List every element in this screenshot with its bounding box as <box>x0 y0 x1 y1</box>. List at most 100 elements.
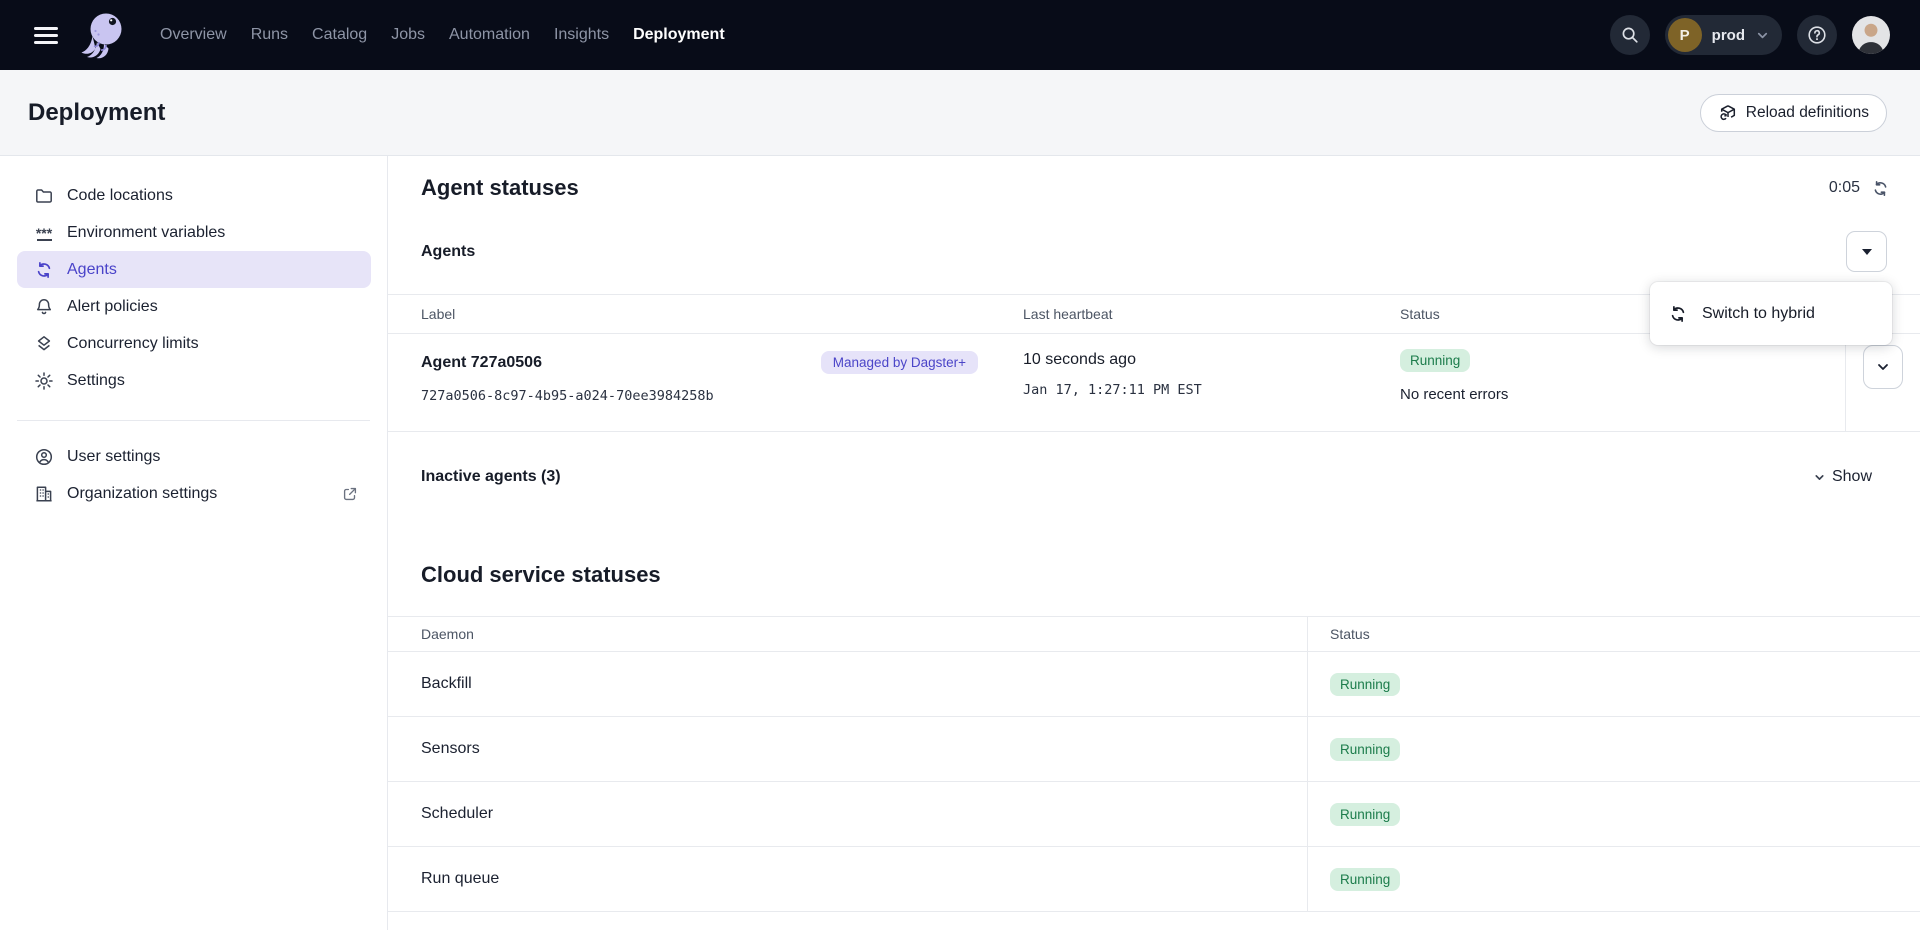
sidebar-item-code-locations[interactable]: Code locations <box>17 177 371 214</box>
folder-icon <box>34 186 54 206</box>
show-label: Show <box>1832 468 1872 486</box>
inactive-agents-label: Inactive agents (3) <box>421 468 561 486</box>
sidebar-item-organization-settings[interactable]: Organization settings <box>17 475 371 512</box>
cloud-table-header: Daemon Status <box>388 616 1920 652</box>
agents-subheading: Agents <box>421 243 475 261</box>
nav-item-runs[interactable]: Runs <box>251 26 288 44</box>
dagster-logo-icon[interactable] <box>80 9 126 61</box>
chevron-down-icon <box>1813 471 1826 484</box>
sidebar-item-label: Environment variables <box>67 224 225 242</box>
building-icon <box>34 484 54 504</box>
cloud-service-statuses-title: Cloud service statuses <box>421 562 1920 588</box>
sidebar-item-user-settings[interactable]: User settings <box>17 438 371 475</box>
sidebar-item-settings[interactable]: Settings <box>17 362 371 399</box>
refresh-countdown: 0:05 <box>1829 179 1860 197</box>
agents-menu-button[interactable] <box>1846 231 1887 272</box>
agent-row-menu-button[interactable] <box>1863 345 1903 389</box>
daemon-row: Scheduler Running <box>388 782 1920 847</box>
gear-icon <box>34 371 54 391</box>
status-note: No recent errors <box>1400 386 1845 403</box>
agent-actions-cell <box>1845 334 1920 431</box>
daemon-row: Sensors Running <box>388 717 1920 782</box>
status-badge: Running <box>1330 673 1400 696</box>
refresh-icon[interactable] <box>1871 179 1890 198</box>
agent-id: 727a0506-8c97-4b95-a024-70ee3984258b <box>421 388 978 404</box>
main-content: Agent statuses 0:05 Agents Label Last he… <box>388 156 1920 930</box>
app-root: Overview Runs Catalog Jobs Automation In… <box>0 0 1920 930</box>
nav-item-deployment[interactable]: Deployment <box>633 26 725 44</box>
page-title: Deployment <box>28 99 1700 127</box>
daemon-name: Scheduler <box>388 805 1307 823</box>
cloud-services-table: Daemon Status Backfill Running Sensors R… <box>388 616 1920 912</box>
primary-nav: Overview Runs Catalog Jobs Automation In… <box>160 26 725 44</box>
agent-name: Agent 727a0506 <box>421 354 542 372</box>
deployment-avatar: P <box>1668 18 1702 52</box>
status-badge: Running <box>1330 868 1400 891</box>
search-button[interactable] <box>1610 15 1650 55</box>
agents-sync-icon <box>34 260 54 280</box>
heartbeat-timestamp: Jan 17, 1:27:11 PM EST <box>1023 382 1384 398</box>
nav-item-automation[interactable]: Automation <box>449 26 530 44</box>
hamburger-menu-icon[interactable] <box>34 27 58 44</box>
agents-dropdown-menu: Switch to hybrid <box>1650 282 1892 345</box>
daemon-name: Backfill <box>388 675 1307 693</box>
daemon-row: Backfill Running <box>388 652 1920 717</box>
sidebar-item-label: Agents <box>67 261 117 279</box>
status-badge: Running <box>1330 738 1400 761</box>
nav-item-jobs[interactable]: Jobs <box>391 26 425 44</box>
column-header-status: Status <box>1307 617 1920 651</box>
sidebar-item-label: Code locations <box>67 187 173 205</box>
caret-down-icon <box>1862 249 1872 255</box>
status-badge: Running <box>1400 349 1470 372</box>
reload-definitions-icon <box>1718 103 1738 123</box>
env-variables-icon: *** <box>34 223 54 243</box>
page-header: Deployment Reload definitions <box>0 70 1920 156</box>
agent-label-cell: Agent 727a0506 Managed by Dagster+ 727a0… <box>388 334 1007 431</box>
chevron-down-icon <box>1875 359 1891 375</box>
column-header-label: Label <box>388 306 1007 322</box>
deployment-name: prod <box>1712 27 1745 44</box>
user-circle-icon <box>34 447 54 467</box>
layers-icon <box>34 334 54 354</box>
reload-definitions-label: Reload definitions <box>1746 104 1869 122</box>
daemon-name: Run queue <box>388 870 1307 888</box>
agent-heartbeat-cell: 10 seconds ago Jan 17, 1:27:11 PM EST <box>1007 334 1384 431</box>
switch-hybrid-icon <box>1668 304 1688 324</box>
sidebar-item-label: Alert policies <box>67 298 158 316</box>
top-nav: Overview Runs Catalog Jobs Automation In… <box>0 0 1920 70</box>
sidebar-item-alert-policies[interactable]: Alert policies <box>17 288 371 325</box>
nav-item-catalog[interactable]: Catalog <box>312 26 367 44</box>
menu-item-switch-to-hybrid[interactable]: Switch to hybrid <box>1702 305 1815 323</box>
nav-right-cluster: P prod <box>1610 15 1890 55</box>
nav-item-insights[interactable]: Insights <box>554 26 609 44</box>
nav-item-overview[interactable]: Overview <box>160 26 227 44</box>
external-link-icon <box>341 485 359 503</box>
heartbeat-relative: 10 seconds ago <box>1023 351 1384 369</box>
managed-badge: Managed by Dagster+ <box>821 351 978 374</box>
sidebar-item-label: User settings <box>67 448 160 466</box>
deployment-switcher[interactable]: P prod <box>1665 15 1782 55</box>
sidebar-item-agents[interactable]: Agents <box>17 251 371 288</box>
user-avatar[interactable] <box>1852 16 1890 54</box>
reload-definitions-button[interactable]: Reload definitions <box>1700 94 1887 132</box>
agent-statuses-title: Agent statuses <box>421 175 1829 201</box>
sidebar-item-label: Settings <box>67 372 125 390</box>
inactive-agents-show-toggle[interactable]: Show <box>1813 468 1872 486</box>
sidebar-divider <box>17 420 370 421</box>
settings-sidebar: Code locations *** Environment variables… <box>0 156 388 930</box>
column-header-daemon: Daemon <box>388 626 1307 642</box>
help-button[interactable] <box>1797 15 1837 55</box>
bell-icon <box>34 297 54 317</box>
sidebar-item-environment-variables[interactable]: *** Environment variables <box>17 214 371 251</box>
sidebar-item-label: Organization settings <box>67 485 217 503</box>
chevron-down-icon <box>1755 28 1770 43</box>
sidebar-item-concurrency-limits[interactable]: Concurrency limits <box>17 325 371 362</box>
daemon-row: Run queue Running <box>388 847 1920 912</box>
daemon-name: Sensors <box>388 740 1307 758</box>
agent-row: Agent 727a0506 Managed by Dagster+ 727a0… <box>388 334 1920 432</box>
sidebar-item-label: Concurrency limits <box>67 335 199 353</box>
search-icon <box>1620 25 1640 45</box>
agent-status-cell: Running No recent errors <box>1384 334 1845 431</box>
column-header-heartbeat: Last heartbeat <box>1007 306 1384 322</box>
help-icon <box>1806 24 1828 46</box>
